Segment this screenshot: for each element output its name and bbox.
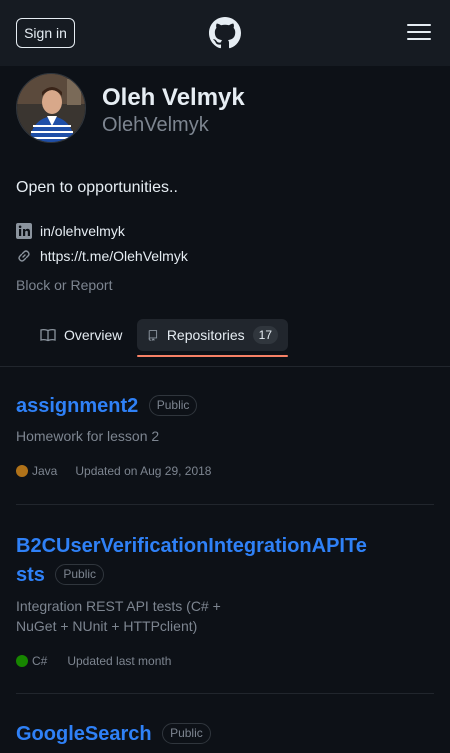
language-color-dot [16, 465, 28, 477]
repo-title-continuation: sts Public [16, 564, 434, 587]
linkedin-icon [16, 223, 32, 239]
visibility-badge: Public [55, 564, 105, 585]
repo-name-link[interactable]: GoogleSearch [16, 723, 152, 745]
linkedin-link-row[interactable]: in/olehvelmyk [16, 221, 125, 241]
repo-description: Homework for lesson 2 [16, 428, 160, 444]
link-icon [18, 250, 30, 262]
repo-name-link[interactable]: B2CUserVerificationIntegrationAPITe [16, 534, 434, 559]
book-icon [40, 328, 56, 342]
repo-language: C# [32, 654, 48, 668]
repo-item: B2CUserVerificationIntegrationAPITe [16, 534, 434, 559]
block-or-report-link[interactable]: Block or Report [16, 277, 112, 293]
website-link[interactable]: https://t.me/OlehVelmyk [40, 248, 188, 264]
repo-icon [148, 330, 158, 341]
repo-language: Java [32, 464, 58, 478]
repositories-count-badge: 17 [252, 326, 278, 344]
repo-item: assignment2 Public [16, 395, 434, 418]
repo-meta: Java Updated on Aug 29, 2018 [16, 463, 434, 479]
avatar-photo [17, 74, 85, 142]
repo-updated: Updated last month [67, 654, 172, 668]
repo-item: GoogleSearch Public [16, 723, 434, 746]
language-color-dot [16, 655, 28, 667]
visibility-badge: Public [162, 723, 211, 744]
sign-in-button[interactable]: Sign in [16, 18, 75, 48]
profile-full-name: Oleh Velmyk [102, 84, 245, 111]
repo-divider [16, 693, 434, 694]
active-tab-indicator [137, 355, 288, 357]
github-logo-icon[interactable] [209, 17, 241, 49]
tabs-divider [0, 366, 450, 367]
visibility-badge: Public [148, 395, 198, 416]
top-navigation-bar: Sign in [0, 0, 450, 66]
profile-bio: Open to opportunities.. [16, 179, 178, 196]
hamburger-menu-icon[interactable] [407, 24, 431, 42]
tab-overview-label: Overview [64, 327, 123, 343]
tab-repositories[interactable]: Repositories 17 [137, 319, 288, 351]
linkedin-link[interactable]: in/olehvelmyk [40, 223, 125, 239]
repo-divider [16, 504, 434, 505]
website-link-row[interactable]: https://t.me/OlehVelmyk [16, 246, 188, 266]
profile-username: OlehVelmyk [102, 114, 209, 136]
repo-description-continued: NuGet + NUnit + HTTPclient) [16, 618, 198, 634]
repo-updated: Updated on Aug 29, 2018 [75, 464, 212, 478]
repo-name-link[interactable]: assignment2 [16, 395, 138, 417]
repo-name-link-continued[interactable]: sts [16, 564, 45, 586]
tab-repositories-label: Repositories [166, 327, 245, 343]
repo-description: Integration REST API tests (C# + [16, 598, 221, 614]
repo-meta: C# Updated last month [16, 653, 434, 669]
avatar[interactable] [16, 73, 86, 143]
tab-overview[interactable]: Overview [30, 319, 132, 351]
